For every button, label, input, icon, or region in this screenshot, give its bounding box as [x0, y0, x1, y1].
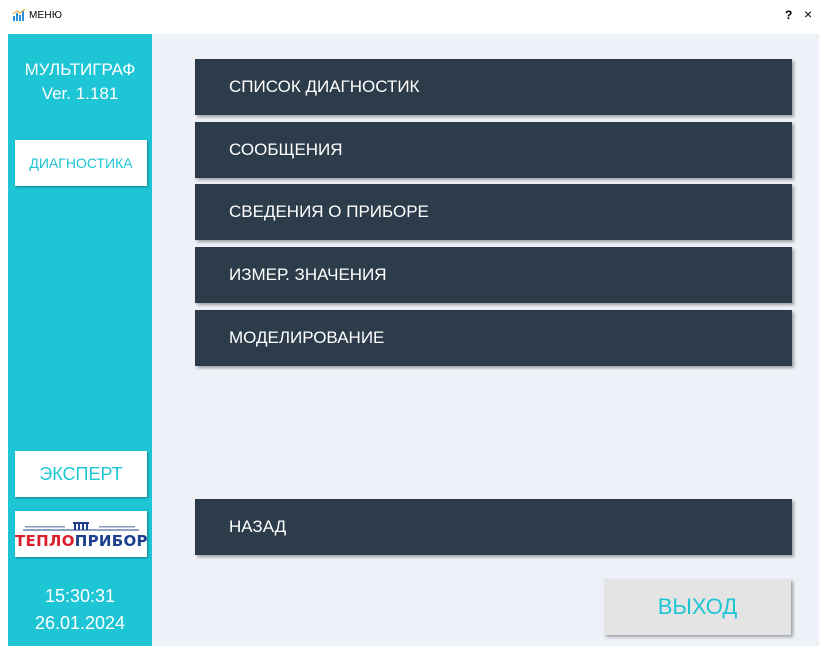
clock-panel: 15:30:31 26.01.2024 [8, 554, 152, 646]
measured-values-button[interactable]: ИЗМЕР. ЗНАЧЕНИЯ [195, 247, 792, 303]
diagnostics-button[interactable]: ДИАГНОСТИКА [15, 140, 147, 186]
menu-item-label: СВЕДЕНИЯ О ПРИБОРЕ [229, 202, 429, 221]
main-menu-panel: СПИСОК ДИАГНОСТИК СООБЩЕНИЯ СВЕДЕНИЯ О П… [152, 34, 819, 646]
logo-wordmark: ТЕПЛОПРИБОР [15, 532, 148, 550]
chart-app-icon [12, 9, 26, 22]
teplopribor-logo: ТЕПЛОПРИБОР [15, 511, 148, 557]
menu-item-label: СООБЩЕНИЯ [229, 140, 343, 159]
sidebar-header: МУЛЬТИГРАФ Ver. 1.181 [8, 34, 160, 130]
current-date: 26.01.2024 [34, 613, 126, 633]
expert-button[interactable]: ЭКСПЕРТ [15, 451, 147, 497]
menu-item-label: ИЗМЕР. ЗНАЧЕНИЯ [229, 265, 387, 284]
modeling-button[interactable]: МОДЕЛИРОВАНИЕ [195, 310, 792, 366]
current-time: 15:30:31 [44, 586, 116, 606]
help-button[interactable]: ? [785, 8, 792, 22]
diagnostics-list-button[interactable]: СПИСОК ДИАГНОСТИК [195, 59, 792, 115]
app-version: Ver. 1.181 [41, 84, 119, 103]
messages-button[interactable]: СООБЩЕНИЯ [195, 122, 792, 178]
menu-item-label: МОДЕЛИРОВАНИЕ [229, 328, 385, 347]
device-info-button[interactable]: СВЕДЕНИЯ О ПРИБОРЕ [195, 184, 792, 240]
logo-building-icon [23, 522, 139, 531]
app-name: МУЛЬТИГРАФ [24, 60, 136, 79]
title-bar: МЕНЮ ? × [0, 0, 819, 34]
exit-button[interactable]: ВЫХОД [604, 579, 791, 635]
logo-word-red: ТЕПЛО [15, 532, 75, 550]
logo-word-blue: ПРИБОР [74, 532, 148, 550]
back-button[interactable]: НАЗАД [195, 499, 792, 555]
window-title: МЕНЮ [29, 10, 63, 21]
menu-item-label: СПИСОК ДИАГНОСТИК [229, 77, 420, 96]
back-label: НАЗАД [229, 517, 287, 536]
close-button[interactable]: × [804, 6, 812, 22]
sidebar: МУЛЬТИГРАФ Ver. 1.181 ДИАГНОСТИКА ЭКСПЕР… [8, 34, 160, 646]
